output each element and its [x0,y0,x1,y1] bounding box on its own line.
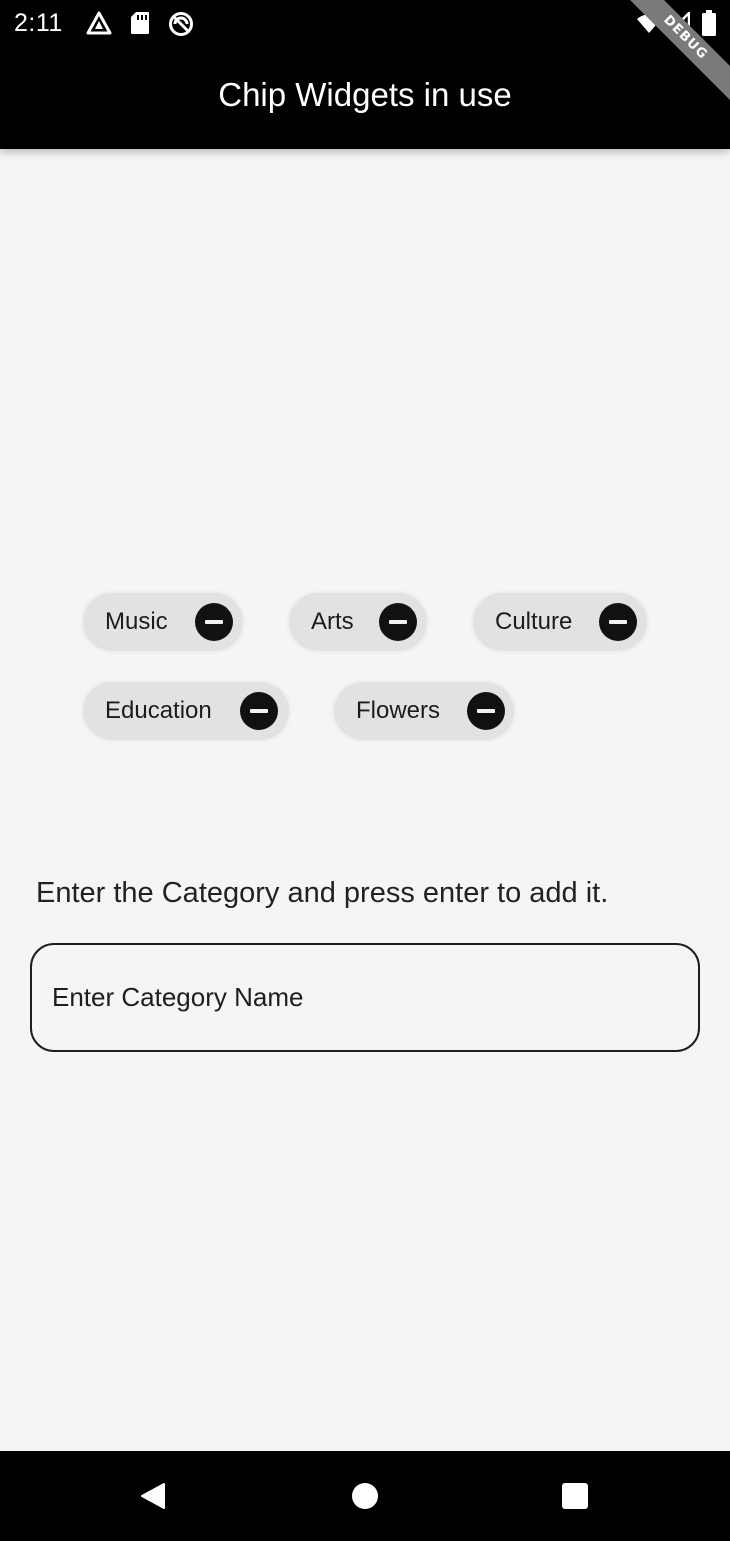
page-title: Chip Widgets in use [218,76,512,113]
chip-culture[interactable]: Culture [473,593,647,651]
navigation-arrow-icon [86,11,112,35]
screen: 2:11 Chip Widgets in use DEBUG Music Art… [0,0,730,1541]
chip-label: Arts [311,608,354,635]
chip-flowers[interactable]: Flowers [334,682,514,740]
do-not-disturb-icon [168,11,194,37]
back-icon[interactable] [140,1482,166,1510]
sd-card-icon [130,11,150,35]
remove-circle-icon[interactable] [240,692,278,730]
chip-education[interactable]: Education [83,682,289,740]
status-bar: 2:11 [0,0,730,46]
recents-icon[interactable] [561,1482,589,1510]
battery-icon [702,10,716,36]
remove-circle-icon[interactable] [467,692,505,730]
chip-music[interactable]: Music [83,593,243,651]
signal-icon [668,12,690,34]
home-icon[interactable] [351,1482,379,1510]
remove-circle-icon[interactable] [599,603,637,641]
navigation-bar [0,1451,730,1541]
chip-label: Music [105,608,168,635]
category-prompt: Enter the Category and press enter to ad… [36,877,609,909]
category-input[interactable] [30,943,700,1052]
status-time: 2:11 [14,9,63,37]
chip-label: Flowers [356,697,441,724]
chip-arts[interactable]: Arts [289,593,427,651]
remove-circle-icon[interactable] [195,603,233,641]
remove-circle-icon[interactable] [379,603,417,641]
chip-label: Education [105,697,212,724]
wifi-icon [636,12,662,34]
chip-label: Culture [495,608,573,635]
app-bar: Chip Widgets in use [0,46,730,149]
